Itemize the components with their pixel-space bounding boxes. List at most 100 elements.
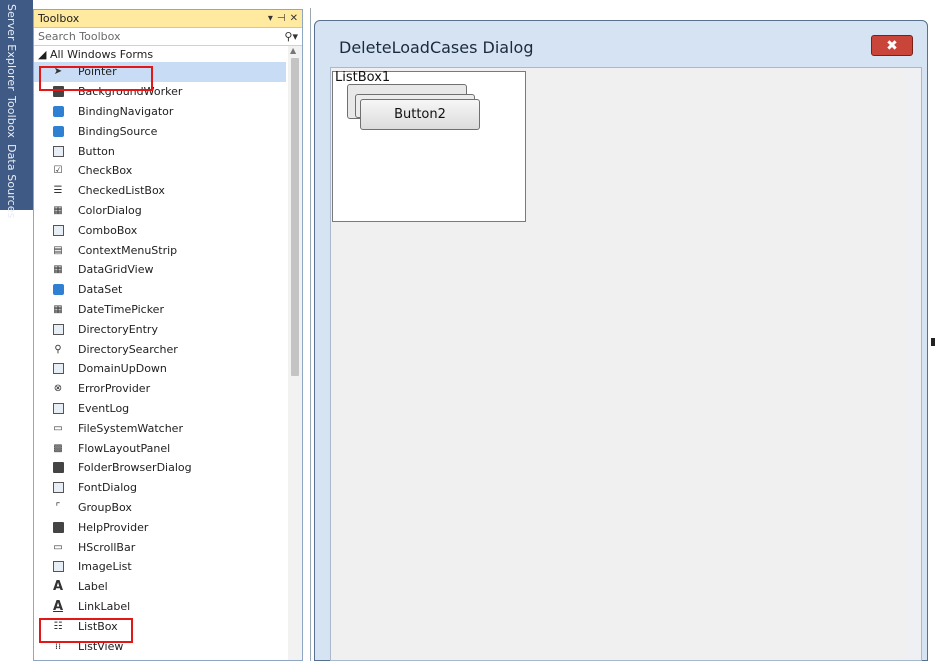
toolbox-item-datetimepicker[interactable]: ▦ DateTimePicker [34, 300, 286, 320]
form-client-area[interactable]: ListBox1 Button2 [330, 67, 922, 661]
folderbrowserdialog-icon [51, 461, 65, 475]
toolbox-item-label: ImageList [78, 560, 132, 574]
toolbox-item-contextmenustrip[interactable]: ▤ ContextMenuStrip [34, 240, 286, 260]
toolbox-item-label: DateTimePicker [78, 302, 164, 316]
directoryentry-icon [51, 322, 65, 336]
toolbox-item-label: CheckedListBox [78, 184, 165, 198]
toolbox-item-label: ColorDialog [78, 203, 142, 217]
checkedlistbox-icon: ☰ [53, 185, 63, 197]
toolbox-item-label: Label [78, 580, 108, 594]
toolbox-item-folderbrowserdialog[interactable]: FolderBrowserDialog [34, 458, 286, 478]
colordialog-icon: ▦ [53, 204, 63, 216]
toolbox-item-label: BindingNavigator [78, 104, 174, 118]
toolbox-item-imagelist[interactable]: ImageList [34, 557, 286, 577]
hscrollbar-icon: ▭ [53, 541, 63, 553]
toolbox-item-eventlog[interactable]: EventLog [34, 399, 286, 419]
toolbox-title: Toolbox [38, 12, 80, 25]
toolbox-item-helpprovider[interactable]: HelpProvider [34, 517, 286, 537]
toolbox-title-bar: Toolbox ▾ ⊣ ✕ [34, 10, 302, 28]
panel-divider [310, 8, 311, 661]
errorprovider-icon: ⊗ [53, 383, 63, 395]
toolbox-item-directoryentry[interactable]: DirectoryEntry [34, 319, 286, 339]
toolbox-item-label: ListView [78, 639, 124, 653]
toolbox-item-groupbox[interactable]: ⌜ GroupBox [34, 498, 286, 518]
toolbox-item-bindingsource[interactable]: BindingSource [34, 121, 286, 141]
toolbox-item-label: HelpProvider [78, 520, 149, 534]
dropdown-icon[interactable]: ▾ [268, 13, 273, 24]
toolbox-item-label[interactable]: A Label [34, 577, 286, 597]
toolbox-item-label: ListBox [78, 619, 118, 633]
bindingnavigator-icon [51, 104, 65, 118]
scroll-up-arrow-icon[interactable]: ▲ [290, 46, 296, 55]
toolbox-item-hscrollbar[interactable]: ▭ HScrollBar [34, 537, 286, 557]
bindingsource-icon [51, 124, 65, 138]
toolbox-item-pointer[interactable]: ➤ Pointer [34, 62, 286, 82]
close-button[interactable]: ✖ [871, 35, 913, 56]
button2-control[interactable]: Button2 [360, 99, 480, 130]
fontdialog-icon [51, 481, 65, 495]
scrollbar-thumb[interactable] [291, 58, 299, 376]
pin-icon[interactable]: ⊣ [277, 13, 286, 24]
toolbox-item-bindingnavigator[interactable]: BindingNavigator [34, 102, 286, 122]
search-icon[interactable]: ⚲▾ [284, 30, 298, 43]
toolbox-item-label: DirectorySearcher [78, 342, 178, 356]
toolbox-item-datagridview[interactable]: ▦ DataGridView [34, 260, 286, 280]
toolbox-item-flowlayoutpanel[interactable]: ▩ FlowLayoutPanel [34, 438, 286, 458]
tab-server-explorer[interactable]: Server Explorer [5, 4, 18, 91]
dialog-title: DeleteLoadCases Dialog [339, 38, 534, 57]
flowlayoutpanel-icon: ▩ [53, 442, 63, 454]
listview-icon: ⁞⁞ [54, 640, 62, 652]
toolbox-item-listbox[interactable]: ☷ ListBox [34, 616, 286, 636]
directorysearcher-icon: ⚲ [54, 343, 62, 355]
toolbox-item-combobox[interactable]: ComboBox [34, 220, 286, 240]
toolbox-item-label: CheckBox [78, 164, 133, 178]
toolbox-item-label: ComboBox [78, 223, 138, 237]
toolbox-item-dataset[interactable]: DataSet [34, 280, 286, 300]
toolbox-item-filesystemwatcher[interactable]: ▭ FileSystemWatcher [34, 418, 286, 438]
toolbox-item-label: BackgroundWorker [78, 85, 183, 99]
toolbox-item-linklabel[interactable]: A LinkLabel [34, 597, 286, 617]
category-all-windows-forms[interactable]: ◢ All Windows Forms [34, 46, 286, 62]
toolbox-item-label: DirectoryEntry [78, 322, 158, 336]
toolbox-item-checkedlistbox[interactable]: ☰ CheckedListBox [34, 181, 286, 201]
toolbox-item-label: FileSystemWatcher [78, 421, 183, 435]
imagelist-icon [51, 560, 65, 574]
toolbox-item-label: DomainUpDown [78, 362, 167, 376]
dataset-icon [51, 283, 65, 297]
resize-handle[interactable] [931, 338, 935, 346]
side-tab-strip: Server Explorer Toolbox Data Sources [0, 0, 33, 661]
toolbox-item-label: Pointer [78, 65, 117, 79]
button-icon [51, 144, 65, 158]
listbox-label: ListBox1 [335, 70, 391, 85]
toolbox-item-label: ErrorProvider [78, 382, 151, 396]
toolbox-scrollbar[interactable]: ▲ [288, 46, 302, 660]
toolbox-item-label: FontDialog [78, 481, 137, 495]
eventlog-icon [51, 401, 65, 415]
toolbox-item-errorprovider[interactable]: ⊗ ErrorProvider [34, 379, 286, 399]
toolbox-item-label: HScrollBar [78, 540, 136, 554]
toolbox-item-backgroundworker[interactable]: BackgroundWorker [34, 82, 286, 102]
helpprovider-icon [51, 520, 65, 534]
toolbox-item-directorysearcher[interactable]: ⚲ DirectorySearcher [34, 339, 286, 359]
toolbox-item-colordialog[interactable]: ▦ ColorDialog [34, 201, 286, 221]
domainupdown-icon [51, 362, 65, 376]
toolbox-item-label: LinkLabel [78, 599, 131, 613]
search-input[interactable]: Search Toolbox [38, 30, 284, 43]
toolbox-search[interactable]: Search Toolbox ⚲▾ [34, 28, 302, 46]
tab-data-sources[interactable]: Data Sources [5, 144, 18, 218]
listbox-control[interactable]: ListBox1 Button2 [332, 70, 526, 222]
toolbox-item-button[interactable]: Button [34, 141, 286, 161]
datagridview-icon: ▦ [53, 264, 63, 276]
pointer-icon: ➤ [53, 66, 63, 78]
close-icon[interactable]: ✕ [290, 13, 298, 24]
toolbox-item-list: ◢ All Windows Forms ➤ Pointer Background… [34, 46, 286, 656]
toolbox-item-label: Button [78, 144, 115, 158]
listbox-icon: ☷ [53, 620, 63, 632]
toolbox-item-fontdialog[interactable]: FontDialog [34, 478, 286, 498]
toolbox-item-domainupdown[interactable]: DomainUpDown [34, 359, 286, 379]
toolbox-item-checkbox[interactable]: ☑ CheckBox [34, 161, 286, 181]
tab-toolbox[interactable]: Toolbox [5, 96, 18, 138]
toolbox-item-listview[interactable]: ⁞⁞ ListView [34, 636, 286, 656]
toolbox-item-label: FolderBrowserDialog [78, 461, 192, 475]
contextmenustrip-icon: ▤ [53, 244, 63, 256]
